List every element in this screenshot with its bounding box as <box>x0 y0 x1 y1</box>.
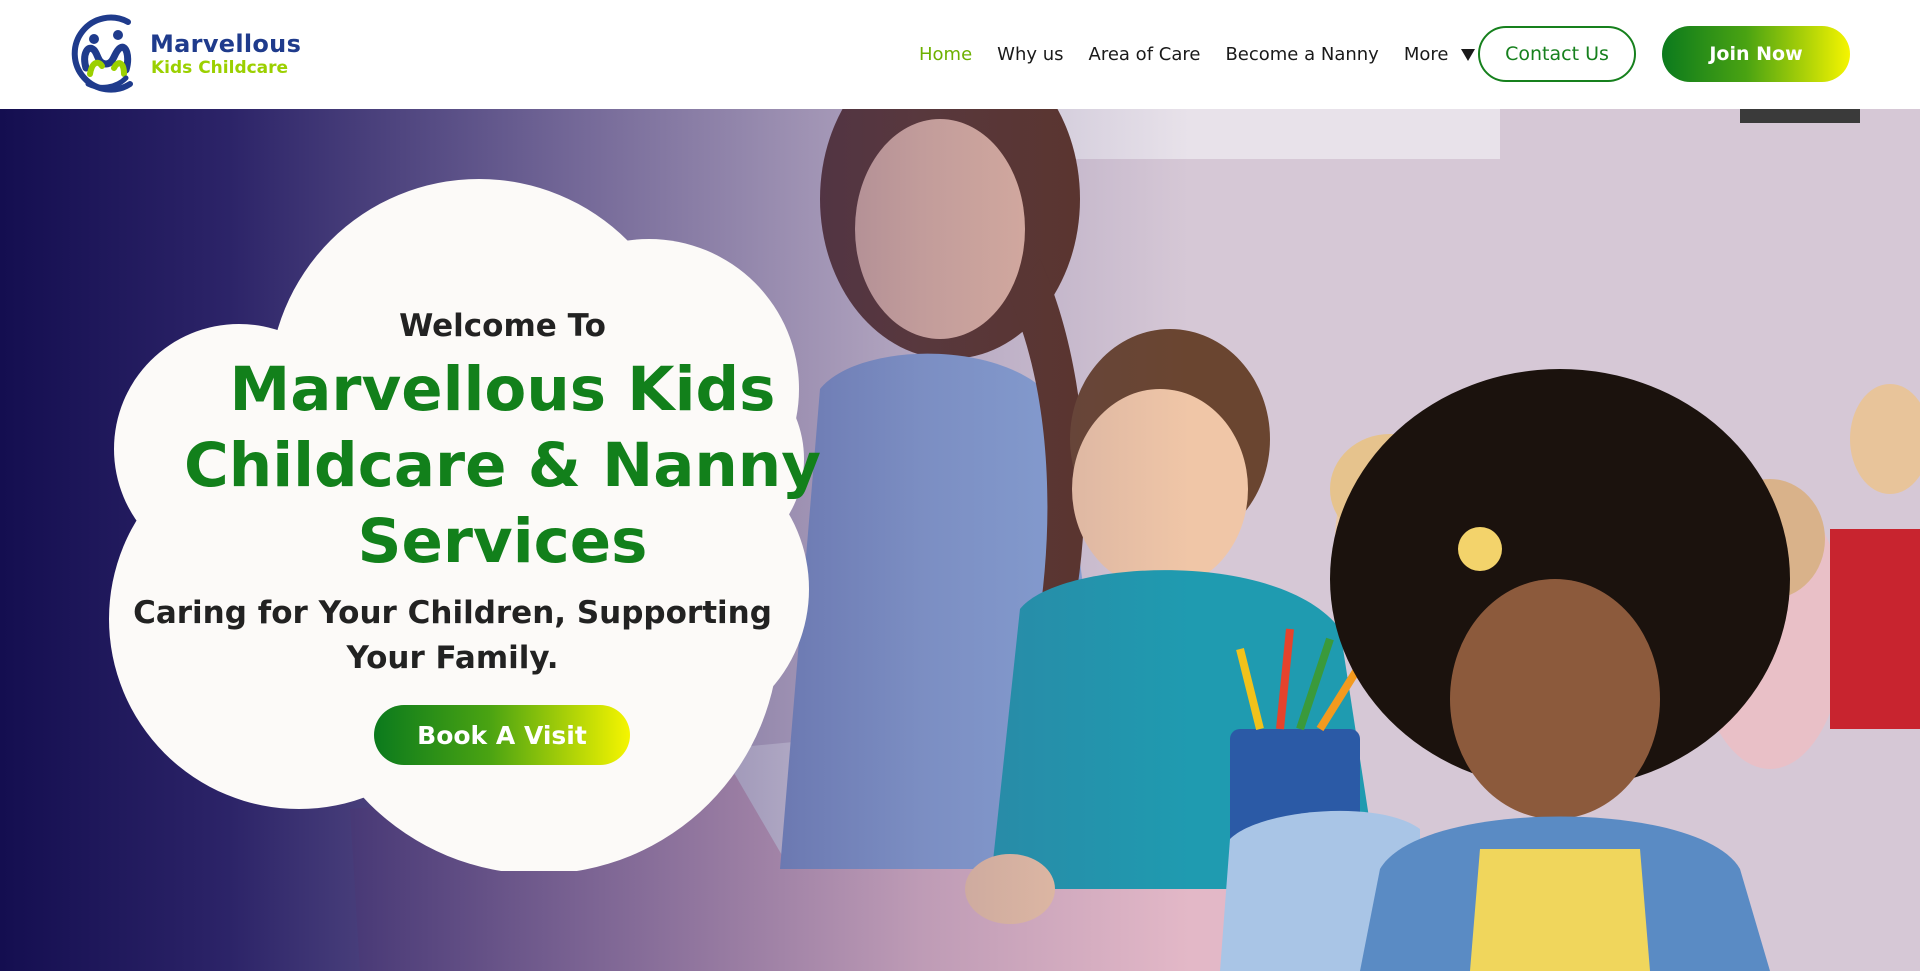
hero-tagline: Caring for Your Children, Supporting You… <box>133 595 772 676</box>
nav-item-home[interactable]: Home <box>919 44 972 65</box>
caret-down-icon <box>1461 48 1476 61</box>
main-nav: Home Why us Area of Care Become a Nanny … <box>919 0 1500 109</box>
nav-item-become-a-nanny[interactable]: Become a Nanny <box>1225 44 1378 65</box>
nav-item-area-of-care[interactable]: Area of Care <box>1089 44 1201 65</box>
brand-logo[interactable]: Marvellous Kids Childcare <box>68 14 302 96</box>
book-a-visit-button[interactable]: Book A Visit <box>374 705 630 765</box>
family-figures-icon <box>71 14 133 93</box>
brand-name-line1: Marvellous <box>150 30 302 58</box>
contact-us-button[interactable]: Contact Us <box>1478 26 1636 82</box>
nav-item-more[interactable]: More <box>1404 44 1476 65</box>
nav-item-why-us[interactable]: Why us <box>997 44 1063 65</box>
nav-item-more-label: More <box>1403 44 1449 65</box>
brand-name-line2: Kids Childcare <box>151 58 289 78</box>
site-header: Marvellous Kids Childcare Home Why us Ar… <box>0 0 1920 109</box>
welcome-text: Welcome To <box>399 308 606 344</box>
hero-section: Welcome To Marvellous Kids Childcare & N… <box>0 109 1920 971</box>
hero-headline: Marvellous Kids Childcare & Nanny Servic… <box>184 354 821 577</box>
join-now-button[interactable]: Join Now <box>1662 26 1850 82</box>
